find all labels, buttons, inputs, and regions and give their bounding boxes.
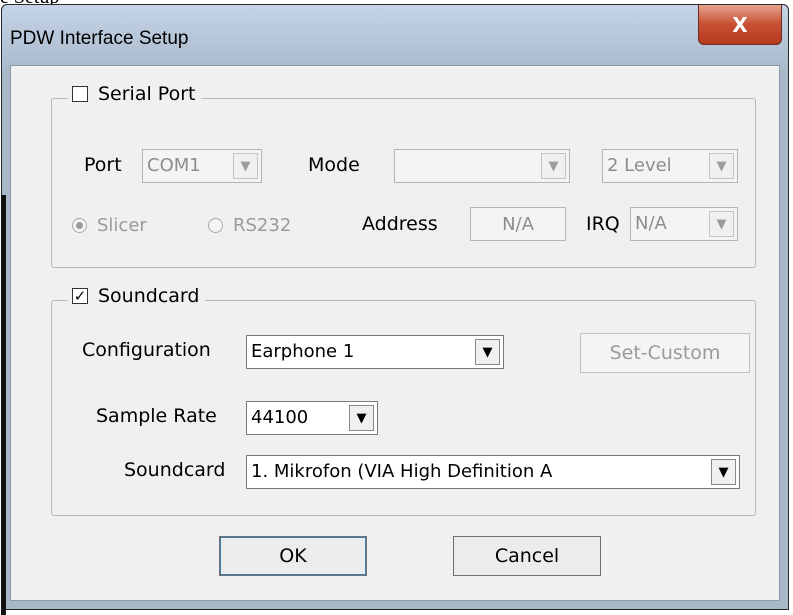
level-select[interactable]: 2 Level ▼ (602, 149, 738, 183)
dialog-client-area: Serial Port Port COM1 ▼ Mode ▼ 2 Level ▼… (10, 65, 780, 601)
soundcard-legend: ✓ Soundcard (68, 285, 206, 307)
serial-port-legend: Serial Port (68, 83, 202, 105)
address-label: Address (362, 213, 438, 235)
configuration-select[interactable]: Earphone 1 ▼ (246, 335, 504, 369)
serial-port-checkbox[interactable] (72, 86, 88, 102)
port-label: Port (84, 154, 122, 176)
mode-label: Mode (308, 154, 360, 176)
address-field[interactable]: N/A (470, 207, 566, 241)
soundcard-group: ✓ Soundcard Configuration Earphone 1 ▼ S… (51, 285, 756, 516)
dialog-window: PDW Interface Setup X Serial Port Port C… (1, 4, 789, 615)
chevron-down-icon: ▼ (709, 211, 734, 237)
chevron-down-icon: ▼ (475, 339, 500, 365)
close-icon: X (732, 12, 748, 37)
sample-rate-label: Sample Rate (96, 405, 217, 427)
irq-select[interactable]: N/A ▼ (630, 207, 738, 241)
sample-rate-value: 44100 (251, 407, 309, 428)
slicer-radio[interactable]: Slicer (72, 215, 147, 236)
soundcard-label: Soundcard (98, 285, 200, 307)
cancel-button[interactable]: Cancel (453, 536, 601, 576)
chevron-down-icon: ▼ (233, 153, 258, 179)
soundcard-device-select[interactable]: 1. Mikrofon (VIA High Definition A ▼ (246, 455, 740, 489)
window-title: PDW Interface Setup (10, 28, 189, 49)
irq-label: IRQ (586, 213, 620, 235)
mode-select[interactable]: ▼ (394, 149, 570, 183)
serial-port-group: Serial Port Port COM1 ▼ Mode ▼ 2 Level ▼… (51, 83, 756, 268)
soundcard-device-value: 1. Mikrofon (VIA High Definition A (251, 461, 553, 482)
ok-button[interactable]: OK (219, 536, 367, 576)
sample-rate-select[interactable]: 44100 ▼ (246, 401, 378, 435)
rs232-radio-dot (208, 218, 223, 233)
soundcard-device-label: Soundcard (124, 459, 226, 481)
chevron-down-icon: ▼ (709, 153, 734, 179)
slicer-radio-dot (72, 218, 87, 233)
set-custom-button[interactable]: Set-Custom (580, 333, 750, 373)
port-value: COM1 (147, 155, 201, 176)
irq-value: N/A (635, 213, 667, 234)
configuration-value: Earphone 1 (251, 341, 355, 362)
title-bar[interactable]: PDW Interface Setup X (2, 5, 788, 71)
port-select[interactable]: COM1 ▼ (142, 149, 262, 183)
configuration-label: Configuration (82, 339, 211, 361)
chevron-down-icon: ▼ (349, 405, 374, 431)
soundcard-checkbox[interactable]: ✓ (72, 288, 88, 304)
chevron-down-icon: ▼ (711, 459, 736, 485)
slicer-label: Slicer (97, 215, 147, 236)
rs232-label: RS232 (233, 215, 292, 236)
rs232-radio[interactable]: RS232 (208, 215, 291, 236)
chevron-down-icon: ▼ (541, 153, 566, 179)
close-button[interactable]: X (698, 5, 782, 45)
serial-port-label: Serial Port (98, 83, 196, 105)
level-value: 2 Level (607, 155, 672, 176)
